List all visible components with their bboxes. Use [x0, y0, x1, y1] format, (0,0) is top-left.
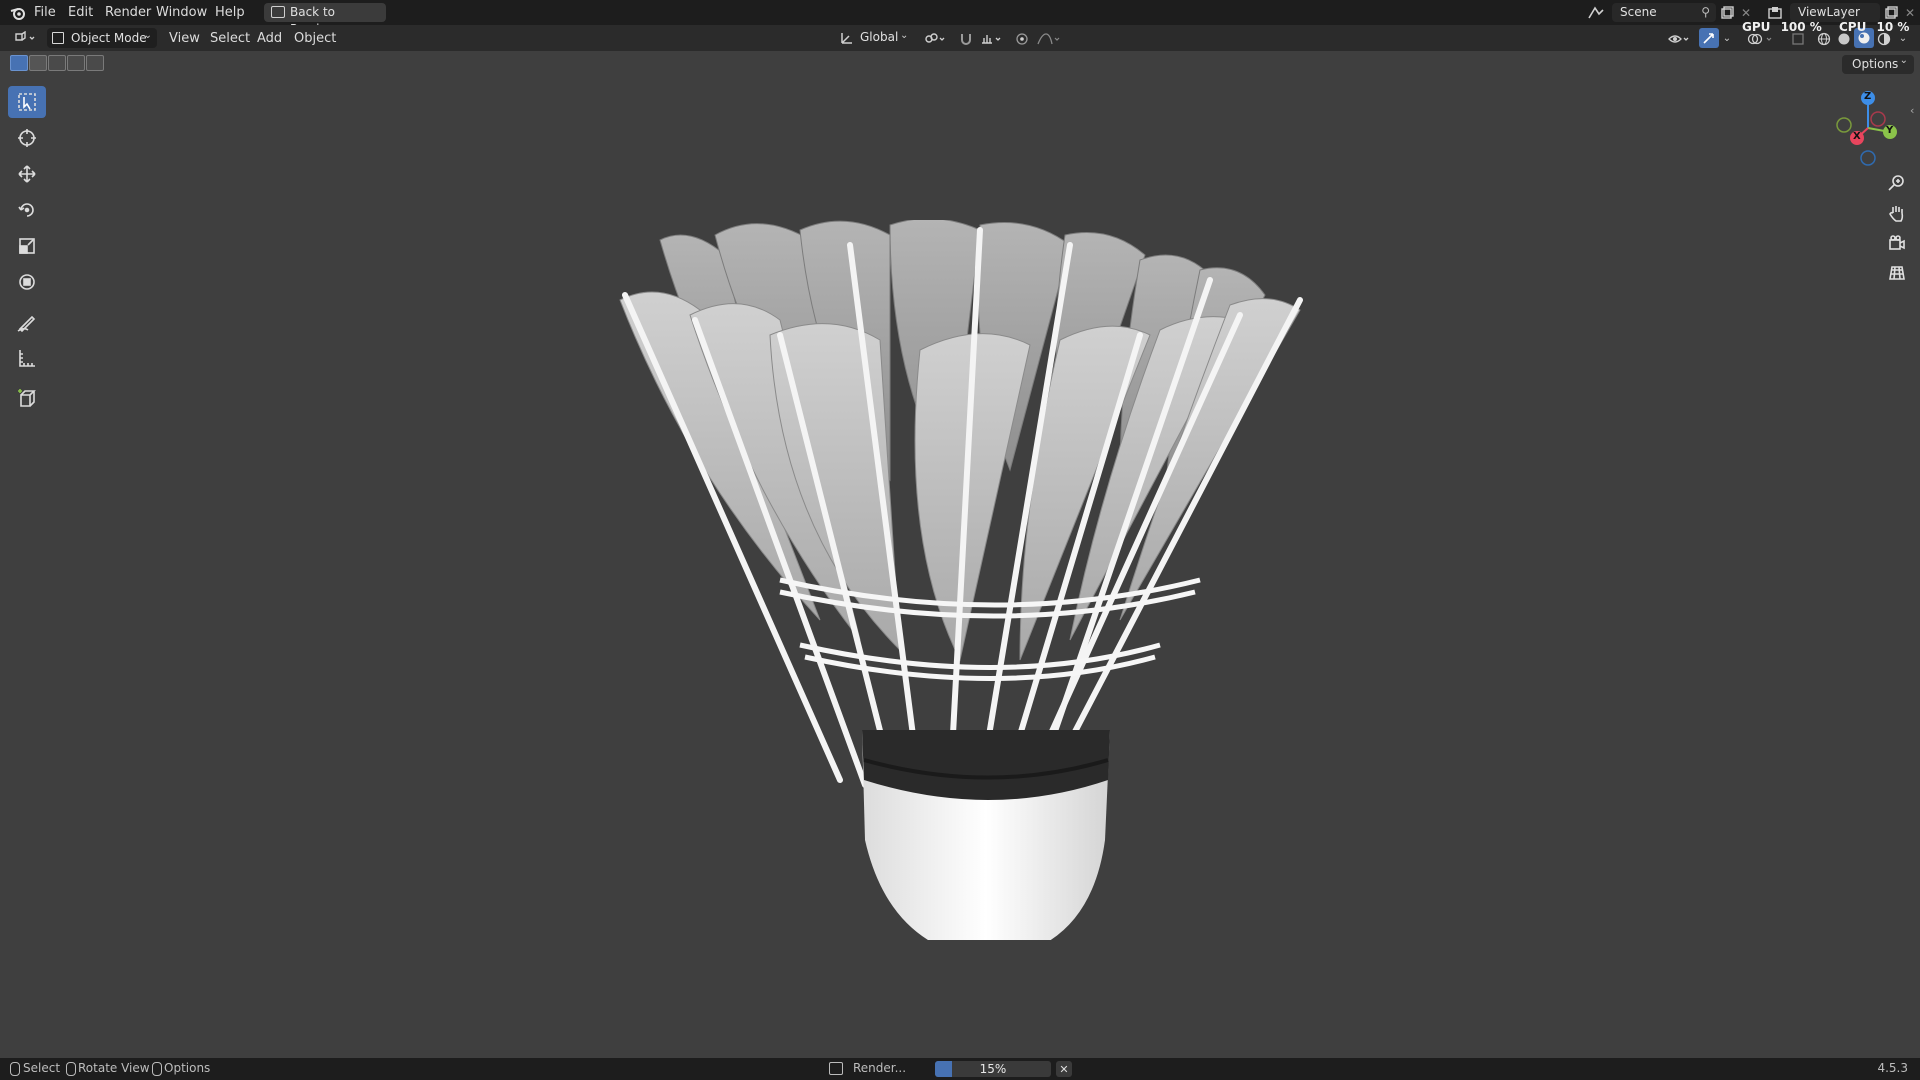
scale-tool[interactable] — [8, 230, 46, 262]
version-label: 4.5.3 — [1877, 1061, 1908, 1075]
perspective-toggle-icon[interactable] — [1882, 260, 1912, 286]
mouse-right-icon — [152, 1062, 162, 1076]
scene-icon[interactable] — [1584, 4, 1610, 21]
transform-tool[interactable] — [8, 266, 46, 298]
back-to-previous-button[interactable]: Back to Previous — [264, 3, 386, 36]
cancel-render-button[interactable]: ✕ — [1056, 1061, 1072, 1077]
cpu-value: 10 % — [1876, 20, 1910, 34]
header-menu-select[interactable]: Select — [210, 30, 250, 47]
gizmo-x-label: X — [1853, 131, 1861, 142]
zoom-icon[interactable] — [1882, 170, 1912, 196]
gpu-label: GPU — [1742, 20, 1771, 34]
pan-hand-icon[interactable] — [1882, 200, 1912, 226]
visibility-icon[interactable] — [1664, 29, 1694, 48]
collapse-sidebar-icon[interactable]: ‹ — [1910, 104, 1914, 117]
gpu-value: 100 % — [1780, 20, 1822, 34]
editor-type-icon[interactable] — [10, 28, 40, 48]
orientation-icon — [841, 33, 852, 44]
mode-selector[interactable]: Object Mode ⌄ — [47, 28, 157, 48]
new-scene-icon[interactable] — [1718, 4, 1736, 21]
menu-window[interactable]: Window — [156, 4, 207, 21]
top-bar: File Edit Render Window Help Back to Pre… — [0, 0, 1920, 36]
status-options-label: Options — [164, 1061, 211, 1075]
gizmo-toggle-icon[interactable] — [1699, 28, 1719, 48]
pivot-point-icon[interactable] — [920, 29, 950, 48]
viewport-options-button[interactable]: Options ⌄ — [1842, 55, 1914, 74]
snap-settings-icon[interactable] — [978, 29, 1006, 48]
falloff-icon[interactable] — [1034, 29, 1064, 48]
blender-logo-icon[interactable] — [8, 3, 28, 22]
orientation-label: Global — [860, 30, 899, 44]
camera-view-icon[interactable] — [1882, 230, 1912, 256]
menu-help[interactable]: Help — [215, 4, 245, 21]
new-viewlayer-icon[interactable] — [1882, 4, 1900, 21]
select-subtract-icon[interactable] — [48, 55, 66, 71]
mouse-left-icon — [10, 1062, 20, 1076]
render-job-icon — [829, 1062, 843, 1075]
measure-tool[interactable] — [8, 342, 46, 374]
status-select-label: Select — [23, 1061, 61, 1075]
select-intersect-icon[interactable] — [86, 55, 104, 71]
cpu-readout: CPU 10 % — [1839, 20, 1909, 34]
pin-icon[interactable]: ⚲ — [1701, 5, 1710, 19]
scene-field[interactable]: Scene ⚲ — [1612, 3, 1716, 22]
cpu-label: CPU — [1839, 20, 1867, 34]
back-icon — [271, 6, 285, 18]
chevron-down-icon: ⌄ — [1899, 55, 1908, 66]
chevron-down-icon: ⌄ — [900, 30, 909, 41]
annotate-tool[interactable] — [8, 306, 46, 338]
gpu-readout: GPU 100 % — [1742, 20, 1822, 34]
mode-label: Object Mode — [71, 31, 147, 45]
transform-orientation-selector[interactable]: Global ⌄ — [838, 28, 912, 48]
mouse-middle-icon — [66, 1062, 76, 1076]
gizmo-dropdown-icon[interactable]: ⌄ — [1720, 29, 1734, 48]
scene-label: Scene — [1620, 5, 1657, 19]
header-menu-object[interactable]: Object — [294, 30, 336, 47]
render-progress-bar: 15% — [935, 1061, 1051, 1077]
status-bar: Select Rotate View Options Render... 15%… — [0, 1058, 1920, 1080]
header-menu-add[interactable]: Add — [257, 30, 282, 47]
options-label: Options — [1852, 57, 1899, 71]
snap-toggle-icon[interactable] — [956, 29, 976, 48]
add-cube-tool[interactable] — [8, 382, 46, 414]
object-mode-icon — [52, 32, 64, 44]
cursor-tool[interactable] — [8, 122, 46, 154]
select-new-icon[interactable] — [10, 55, 28, 71]
select-extend-icon[interactable] — [29, 55, 47, 71]
navigation-gizmo[interactable]: Z Y X — [1826, 88, 1906, 168]
viewlayer-label: ViewLayer — [1798, 5, 1860, 19]
menu-edit[interactable]: Edit — [68, 4, 93, 21]
chevron-down-icon: ⌄ — [143, 30, 152, 41]
shuttlecock-model[interactable] — [600, 220, 1380, 940]
proportional-editing-icon[interactable] — [1012, 29, 1032, 48]
select-box-tool[interactable] — [8, 86, 46, 118]
menu-file[interactable]: File — [34, 4, 56, 21]
menu-render[interactable]: Render — [105, 4, 151, 21]
render-job-label: Render... — [853, 1061, 907, 1075]
select-invert-icon[interactable] — [67, 55, 85, 71]
gizmo-z-label: Z — [1864, 91, 1872, 102]
rotate-tool[interactable] — [8, 194, 46, 226]
viewlayer-icon[interactable] — [1763, 4, 1789, 21]
remove-scene-icon[interactable]: ✕ — [1738, 4, 1754, 21]
render-progress-text: 15% — [979, 1062, 1007, 1076]
gizmo-y-label: Y — [1886, 125, 1894, 136]
header-menu-view[interactable]: View — [169, 30, 200, 47]
status-rotate-label: Rotate View — [78, 1061, 150, 1075]
move-tool[interactable] — [8, 158, 46, 190]
remove-viewlayer-icon[interactable]: ✕ — [1902, 4, 1918, 21]
